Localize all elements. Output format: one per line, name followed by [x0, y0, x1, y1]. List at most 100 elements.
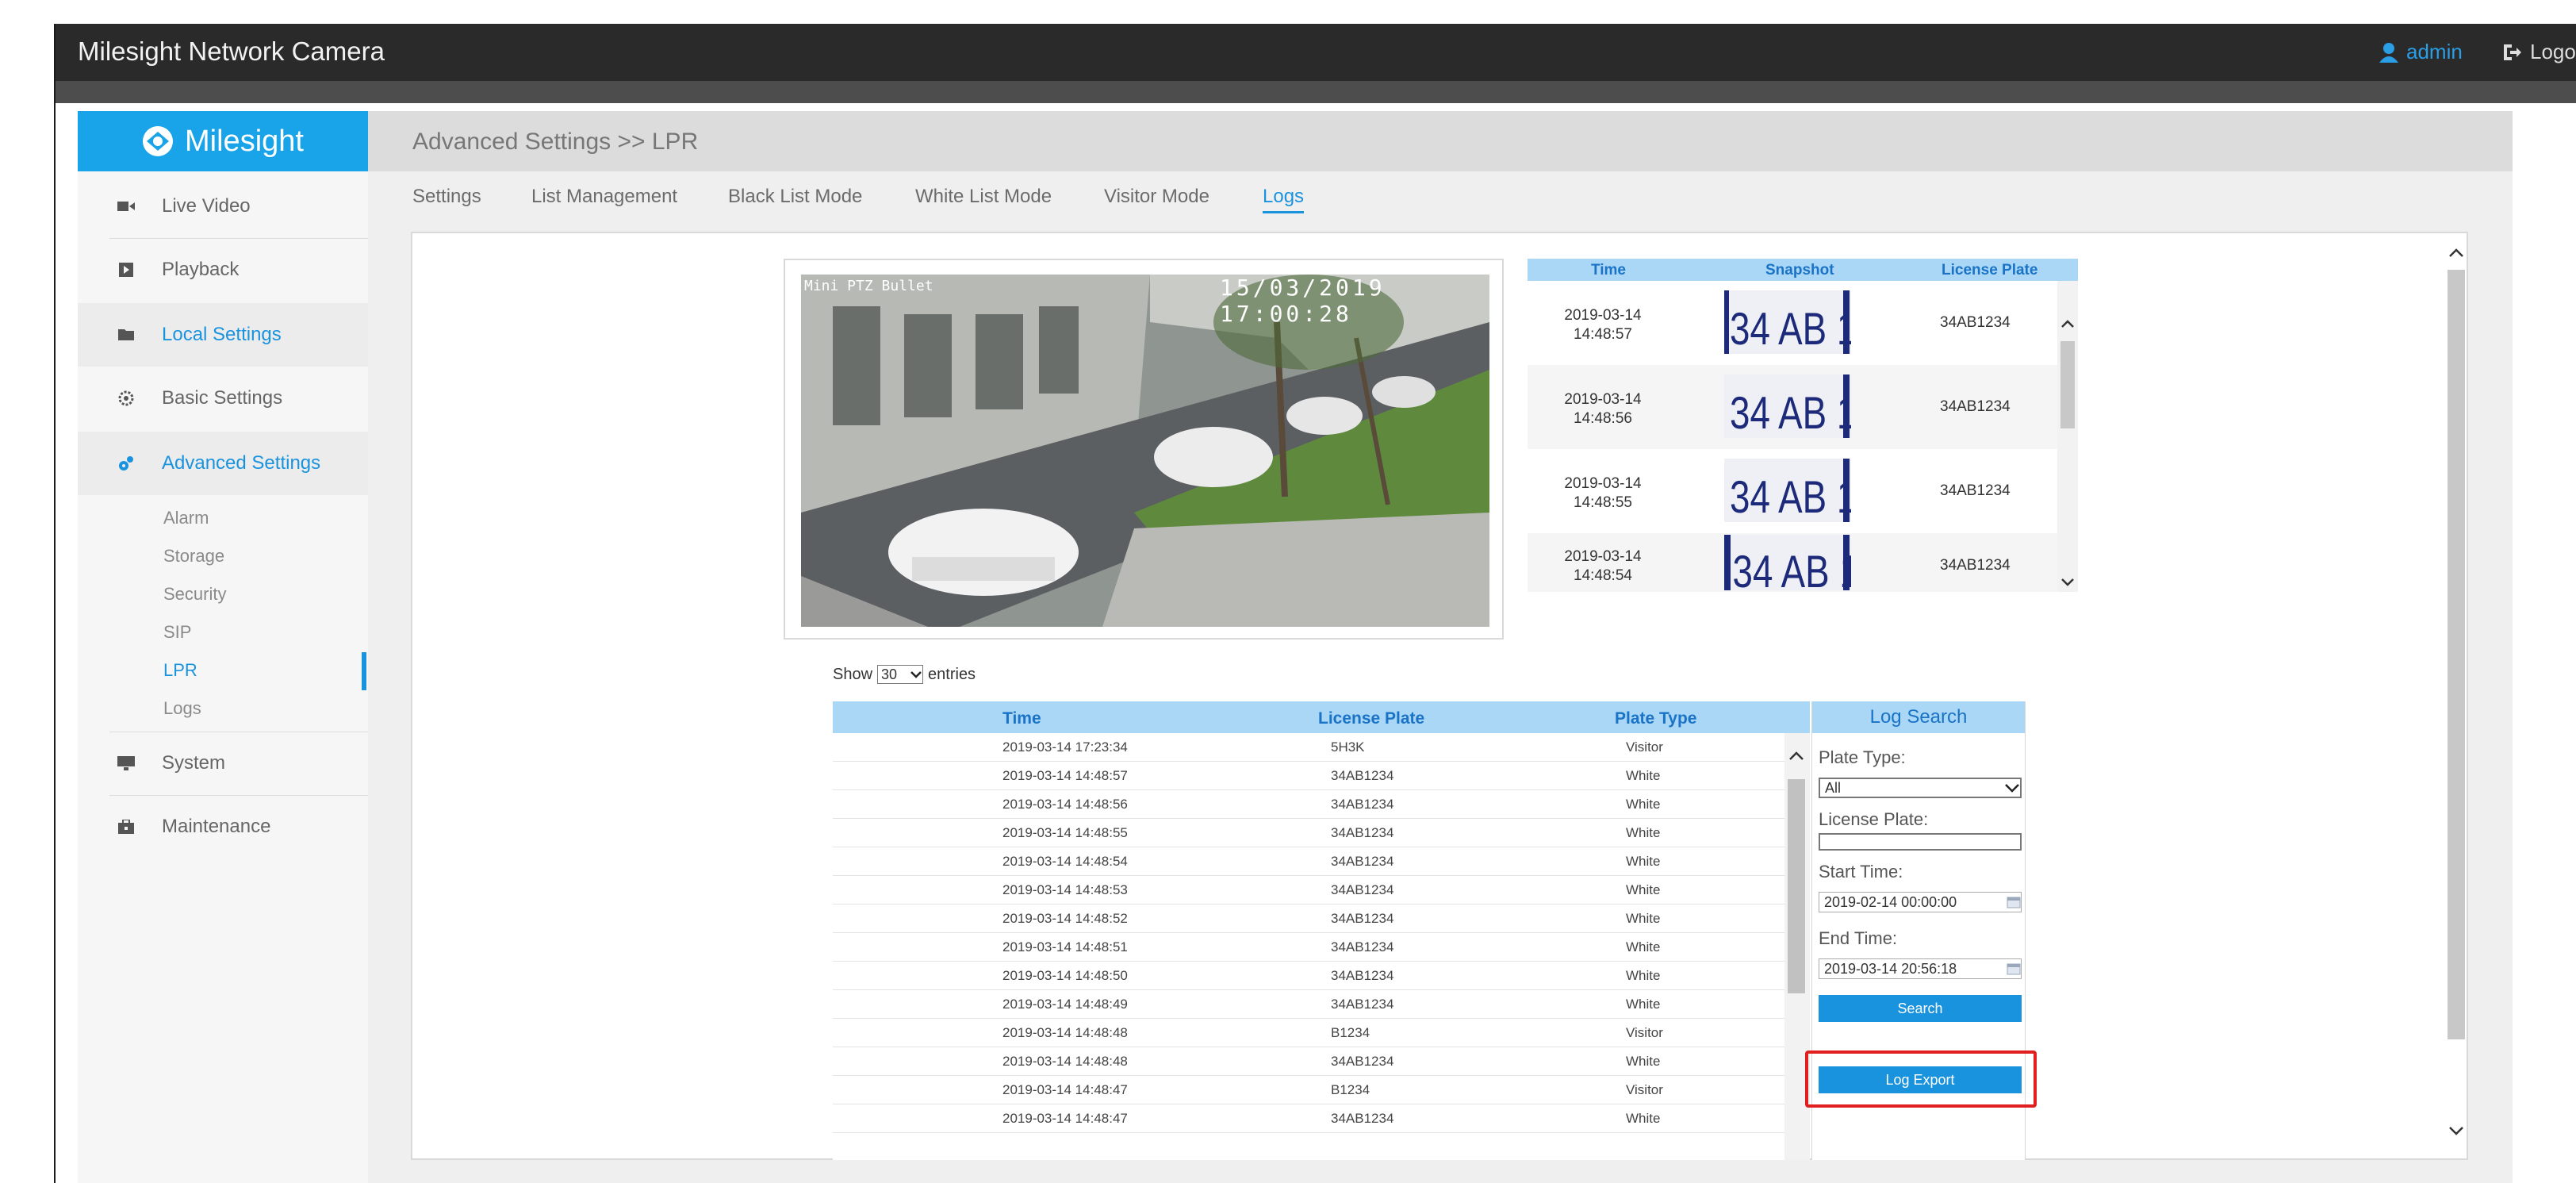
- brand-name: Milesight: [185, 124, 304, 158]
- snapshot-scrollbar[interactable]: [2057, 281, 2078, 592]
- user-icon: [2379, 42, 2398, 63]
- plate-type-select[interactable]: All: [1819, 778, 2022, 798]
- advanced-gear-icon: [117, 455, 135, 472]
- monitor-icon: [117, 755, 135, 772]
- sidebar-sub-sip[interactable]: SIP: [163, 622, 191, 643]
- snapshot-date: 2019-03-14: [1564, 391, 1642, 408]
- tab-settings[interactable]: Settings: [412, 186, 481, 208]
- calendar-icon[interactable]: [2007, 962, 2021, 975]
- table-row[interactable]: 2019-03-14 14:48:52 34AB1234 White: [833, 905, 1784, 933]
- end-time-value: 2019-03-14 20:56:18: [1824, 960, 1957, 977]
- entries-select[interactable]: 30: [877, 665, 924, 684]
- sidebar-item-basic-settings[interactable]: Basic Settings: [78, 367, 368, 430]
- sidebar-item-local-settings[interactable]: Local Settings: [78, 303, 368, 367]
- snapshot-row[interactable]: 2019-03-14 14:48:55 34 AB 1234 34AB1234: [1528, 449, 2057, 533]
- log-type-cell: White: [1626, 1054, 1661, 1069]
- user-menu[interactable]: admin: [2379, 40, 2463, 64]
- calendar-icon[interactable]: [2007, 896, 2021, 908]
- log-time-cell: 2019-03-14 14:48:53: [1002, 882, 1128, 897]
- sidebar-item-system[interactable]: System: [78, 732, 368, 795]
- table-row[interactable]: 2019-03-14 14:48:50 34AB1234 White: [833, 962, 1784, 990]
- snapshot-row[interactable]: 2019-03-14 14:48:54 34 AB 1234 34AB1234: [1528, 533, 2057, 592]
- sidebar-item-advanced-settings[interactable]: Advanced Settings: [78, 432, 368, 495]
- scroll-down-icon[interactable]: [2448, 1125, 2465, 1136]
- table-row[interactable]: 2019-03-14 14:48:48 34AB1234 White: [833, 1047, 1784, 1076]
- log-time-cell: 2019-03-14 14:48:56: [1002, 797, 1128, 812]
- log-time-cell: 2019-03-14 14:48:55: [1002, 825, 1128, 840]
- table-row[interactable]: 2019-03-14 14:48:49 34AB1234 White: [833, 990, 1784, 1019]
- log-table-scroll-thumb[interactable]: [1788, 779, 1805, 993]
- log-type-cell: White: [1626, 1111, 1661, 1126]
- snapshot-time: 14:48:55: [1574, 494, 1632, 511]
- log-plate-cell: 34AB1234: [1331, 968, 1394, 983]
- license-plate-input[interactable]: [1819, 833, 2022, 851]
- table-row[interactable]: 2019-03-14 14:48:51 34AB1234 White: [833, 933, 1784, 962]
- log-plate-cell: B1234: [1331, 1082, 1370, 1097]
- sidebar-sub-lpr[interactable]: LPR: [163, 660, 197, 681]
- snapshot-row[interactable]: 2019-03-14 14:48:57 34 AB 1234 34AB1234: [1528, 281, 2057, 365]
- sidebar-item-playback[interactable]: Playback: [78, 238, 368, 302]
- table-row[interactable]: 2019-03-14 14:48:54 34AB1234 White: [833, 847, 1784, 876]
- log-type-cell: White: [1626, 968, 1661, 983]
- log-plate-cell: 34AB1234: [1331, 939, 1394, 954]
- table-row[interactable]: 2019-03-14 14:48:57 34AB1234 White: [833, 762, 1784, 790]
- table-row[interactable]: 2019-03-14 14:48:47 B1234 Visitor: [833, 1076, 1784, 1104]
- sidebar-item-maintenance[interactable]: Maintenance: [78, 795, 368, 858]
- entries-suffix: entries: [928, 665, 976, 683]
- tab-list-management[interactable]: List Management: [531, 186, 677, 208]
- col-license-plate: License Plate: [1942, 262, 2038, 278]
- log-plate-cell: 34AB1234: [1331, 997, 1394, 1012]
- camera-osd-time: 15/03/2019 17:00:28: [1220, 275, 1386, 327]
- breadcrumb: Advanced Settings >> LPR: [412, 129, 699, 155]
- log-type-cell: Visitor: [1626, 739, 1663, 755]
- scroll-up-icon[interactable]: [2448, 248, 2465, 259]
- log-plate-cell: 34AB1234: [1331, 1111, 1394, 1126]
- log-plate-cell: 34AB1234: [1331, 1054, 1394, 1069]
- snapshot-table-header: Time Snapshot License Plate: [1528, 259, 2078, 281]
- sidebar-sub-security[interactable]: Security: [163, 584, 226, 605]
- page-header: Advanced Settings >> LPR: [368, 111, 2513, 171]
- plate-type-label: Plate Type:: [1819, 747, 1906, 767]
- table-row[interactable]: 2019-03-14 14:48:55 34AB1234 White: [833, 819, 1784, 847]
- sidebar-sub-logs[interactable]: Logs: [163, 698, 201, 719]
- table-row[interactable]: 2019-03-14 14:48:48 B1234 Visitor: [833, 1019, 1784, 1047]
- log-type-cell: White: [1626, 939, 1661, 954]
- entries-control: Show 30 entries: [833, 665, 976, 684]
- tab-black-list-mode[interactable]: Black List Mode: [728, 186, 862, 208]
- sidebar-item-label: Advanced Settings: [162, 452, 321, 474]
- scroll-up-icon[interactable]: [2060, 319, 2075, 328]
- tab-visitor-mode[interactable]: Visitor Mode: [1104, 186, 1209, 208]
- main-scroll-thumb[interactable]: [2448, 270, 2465, 1039]
- active-indicator: [362, 652, 366, 690]
- toolbox-icon: [117, 818, 135, 835]
- scroll-up-icon[interactable]: [1788, 751, 1805, 762]
- search-button[interactable]: Search: [1819, 995, 2022, 1022]
- table-row[interactable]: 2019-03-14 17:23:34 5H3K Visitor: [833, 733, 1784, 762]
- end-time-input[interactable]: 2019-03-14 20:56:18: [1819, 958, 2022, 979]
- sidebar-item-live-video[interactable]: Live Video: [78, 175, 368, 238]
- chevron-down-icon: [2005, 784, 2019, 793]
- start-time-input[interactable]: 2019-02-14 00:00:00: [1819, 892, 2022, 912]
- table-row[interactable]: 2019-03-14 14:48:56 34AB1234 White: [833, 790, 1784, 819]
- sidebar-sub-storage[interactable]: Storage: [163, 546, 224, 567]
- snapshot-table: Time Snapshot License Plate 2019-03-14 14…: [1528, 259, 2078, 592]
- sidebar-sub-alarm[interactable]: Alarm: [163, 508, 209, 528]
- camera-view[interactable]: Mini PTZ Bullet 15/03/2019 17:00:28: [801, 275, 1489, 627]
- show-label: Show: [833, 665, 873, 683]
- log-plate-cell: 34AB1234: [1331, 854, 1394, 869]
- log-time-cell: 2019-03-14 14:48:50: [1002, 968, 1128, 983]
- col-time: Time: [1591, 262, 1627, 278]
- snapshot-plate: 34AB1234: [1940, 557, 2011, 574]
- tab-logs[interactable]: Logs: [1263, 186, 1305, 213]
- snapshot-scroll-thumb[interactable]: [2060, 341, 2075, 428]
- logout-link[interactable]: Logout: [2501, 40, 2576, 64]
- sidebar-item-label: System: [162, 752, 226, 774]
- snapshot-row[interactable]: 2019-03-14 14:48:56 34 AB 1234 34AB1234: [1528, 365, 2057, 449]
- col-snapshot: Snapshot: [1765, 262, 1834, 278]
- milesight-logo-icon: [143, 126, 174, 156]
- plate-snapshot-image: 34 AB 1234: [1724, 290, 1851, 354]
- tab-white-list-mode[interactable]: White List Mode: [915, 186, 1052, 208]
- scroll-down-icon[interactable]: [2060, 578, 2075, 587]
- table-row[interactable]: 2019-03-14 14:48:47 34AB1234 White: [833, 1104, 1784, 1133]
- table-row[interactable]: 2019-03-14 14:48:53 34AB1234 White: [833, 876, 1784, 905]
